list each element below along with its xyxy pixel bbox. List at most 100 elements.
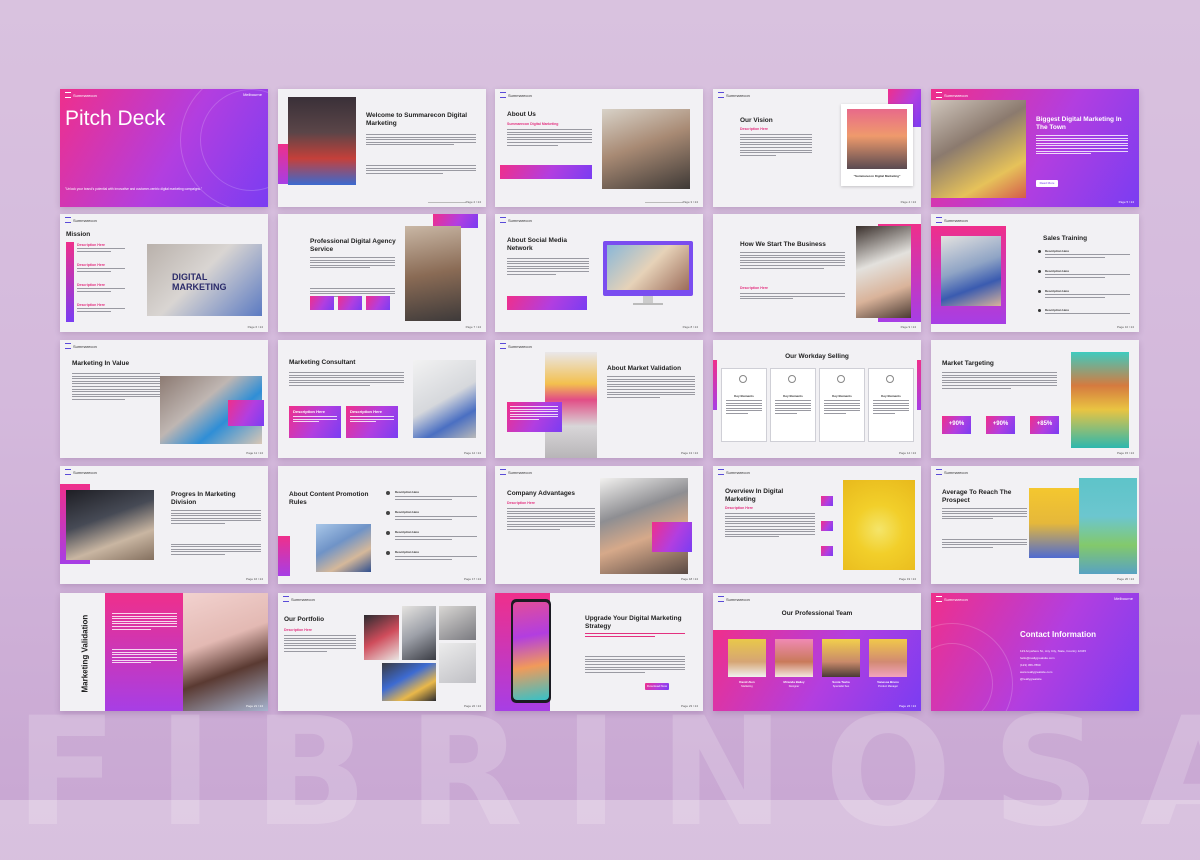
- location-label: Melbourne: [243, 92, 262, 97]
- slide-title: Our Vision: [740, 117, 773, 124]
- download-now-button[interactable]: Download Now: [645, 683, 669, 690]
- stat-value-1: +90%: [948, 421, 965, 427]
- page-number: Page 24 / 24: [898, 704, 916, 708]
- page-number: Page 17 / 24: [463, 577, 481, 581]
- slide-title: Sales Training: [1043, 235, 1088, 242]
- portfolio-photo-2: [402, 606, 436, 660]
- logo-mark-icon: [718, 469, 724, 475]
- woman-smile-photo: [183, 593, 268, 711]
- slide-social-media[interactable]: Summarecon About Social Media Network Pa…: [495, 214, 703, 332]
- slide-title: Professional Digital Agency Service: [310, 238, 396, 253]
- slide-subtitle: Description Here: [740, 286, 769, 290]
- contact-website: www.reallygreatsite.com: [1020, 670, 1053, 674]
- logo-mark-icon: [936, 469, 942, 475]
- slide-subtitle: Description Here: [725, 506, 754, 510]
- slide-subtitle: Description Here: [284, 628, 313, 632]
- slide-pitch-deck[interactable]: Summarecon Melbourne Pitch Deck "Unlock …: [60, 89, 268, 207]
- team-name-4: Vanessa Bruno: [877, 680, 899, 684]
- contact-address: 123 Anywhere St., Any City, State, Count…: [1020, 649, 1086, 653]
- slide-mission[interactable]: Summarecon Mission Description Here Desc…: [60, 214, 268, 332]
- slide-subtitle: Description Here: [740, 127, 769, 131]
- logo-mark-icon: [936, 92, 942, 98]
- page-number: Page 4 / 24: [900, 200, 916, 204]
- slide-title: Pitch Deck: [65, 107, 166, 130]
- page-number: Page 19 / 24: [898, 577, 916, 581]
- team-role-3: Specialist Seo: [832, 685, 850, 688]
- brand-logo: Summarecon: [718, 596, 750, 602]
- slide-our-vision[interactable]: Summarecon Our Vision Description Here "…: [713, 89, 921, 207]
- mission-item-2: Description Here: [77, 263, 106, 267]
- page-number: Page 8 / 24: [682, 325, 698, 329]
- slide-market-targeting[interactable]: Market Targeting +90% +90% +85% Page 15 …: [931, 340, 1139, 458]
- logo-mark-icon: [283, 596, 289, 602]
- slide-title: About Market Validation: [607, 365, 682, 372]
- team-role-4: Product Manager: [878, 685, 898, 688]
- blocks-photo: [288, 97, 356, 185]
- woman-photo: [847, 109, 907, 169]
- slide-biggest-digital[interactable]: Summarecon Biggest Digital Marketing In …: [931, 89, 1139, 207]
- slide-marketing-validation[interactable]: Marketing Validation Page 21 / 24: [60, 593, 268, 711]
- brand-logo: Summarecon: [718, 469, 750, 475]
- mission-item-3: Description Here: [77, 283, 106, 287]
- slide-company-advantages[interactable]: Summarecon Company Advantages Descriptio…: [495, 466, 703, 584]
- slide-average-reach[interactable]: Summarecon Average To Reach The Prospect…: [931, 466, 1139, 584]
- page-number: Page 12 / 24: [463, 451, 481, 455]
- training-item-3: Description Here: [1045, 289, 1070, 293]
- slide-how-we-start[interactable]: How We Start The Business Description He…: [713, 214, 921, 332]
- slide-title: About Us: [507, 111, 536, 118]
- brand-logo: Summarecon: [500, 217, 532, 223]
- slide-title: Welcome to Summarecon Digital Marketing: [366, 112, 468, 127]
- digital-marketing-photo: DIGITAL MARKETING: [147, 244, 262, 316]
- slide-marketing-consultant[interactable]: Marketing Consultant Description Here De…: [278, 340, 486, 458]
- slide-sales-training[interactable]: Summarecon Sales Training Description He…: [931, 214, 1139, 332]
- team-photo-2: [775, 639, 813, 677]
- logo-mark-icon: [500, 343, 506, 349]
- slide-subtitle: Summarecon Digital Marketing: [507, 122, 559, 126]
- team-role-1: Marketing: [741, 685, 753, 688]
- portfolio-photo-1: [364, 615, 399, 660]
- sun-target-photo: [843, 480, 915, 570]
- slide-overview-digital[interactable]: Summarecon Overview In Digital Marketing…: [713, 466, 921, 584]
- slide-content-promotion[interactable]: About Content Promotion Rules Descriptio…: [278, 466, 486, 584]
- team-name-1: David Alen: [739, 680, 755, 684]
- women-photo: [1071, 352, 1129, 448]
- consultant-box-1: Description Here: [293, 409, 326, 414]
- slide-welcome[interactable]: Welcome to Summarecon Digital Marketing …: [278, 89, 486, 207]
- slide-subtitle: Description Here: [507, 501, 536, 505]
- man-green-photo: [1079, 478, 1137, 574]
- brand-logo: Summarecon: [936, 596, 968, 602]
- slide-about-us[interactable]: Summarecon About Us Summarecon Digital M…: [495, 89, 703, 207]
- slide-title: Our Portfolio: [284, 616, 325, 623]
- photo-text: DIGITAL MARKETING: [172, 272, 227, 292]
- slide-contact-information[interactable]: Summarecon Melbourne Contact Information…: [931, 593, 1139, 711]
- location-label: Melbourne: [1114, 596, 1133, 601]
- man-yellow-photo: [1029, 488, 1079, 558]
- planning-photo: [856, 226, 911, 318]
- woman-laptop-photo: [602, 109, 690, 189]
- team-name-2: Miranda Bailey: [783, 680, 805, 684]
- slide-market-validation[interactable]: Summarecon About Market Validation Page …: [495, 340, 703, 458]
- promotion-item-3: Description Here: [395, 530, 420, 534]
- slide-workday-selling[interactable]: Our Workday Selling Key Elements Key Ele…: [713, 340, 921, 458]
- page-number: Page 13 / 24: [680, 451, 698, 455]
- page-number: Page 10 / 24: [1116, 325, 1134, 329]
- slide-title: Market Targeting: [942, 360, 994, 367]
- watermark-text: FIBRINOSA: [15, 686, 1200, 860]
- charts-photo: [413, 360, 476, 438]
- team-photo-4: [869, 639, 907, 677]
- page-number: Page 9 / 24: [900, 325, 916, 329]
- slide-upgrade-strategy[interactable]: Upgrade Your Digital Marketing Strategy …: [495, 593, 703, 711]
- slide-title: Our Workday Selling: [785, 353, 849, 360]
- slide-professional-team[interactable]: Summarecon Our Professional Team David A…: [713, 593, 921, 711]
- page-number: Page 5 / 24: [1118, 200, 1134, 204]
- chart-review-photo: [941, 236, 1001, 306]
- slide-our-portfolio[interactable]: Summarecon Our Portfolio Description Her…: [278, 593, 486, 711]
- slide-marketing-value[interactable]: Summarecon Marketing In Value Page 11 / …: [60, 340, 268, 458]
- brand-logo: Summarecon: [718, 92, 750, 98]
- read-more-button[interactable]: Read More: [1036, 180, 1058, 187]
- slide-title: Our Professional Team: [781, 610, 853, 617]
- slide-progres-marketing[interactable]: Summarecon Progres In Marketing Division…: [60, 466, 268, 584]
- page-number: Page 6 / 24: [247, 325, 263, 329]
- slide-agency-service[interactable]: Professional Digital Agency Service Page…: [278, 214, 486, 332]
- phone-icon: [511, 599, 551, 703]
